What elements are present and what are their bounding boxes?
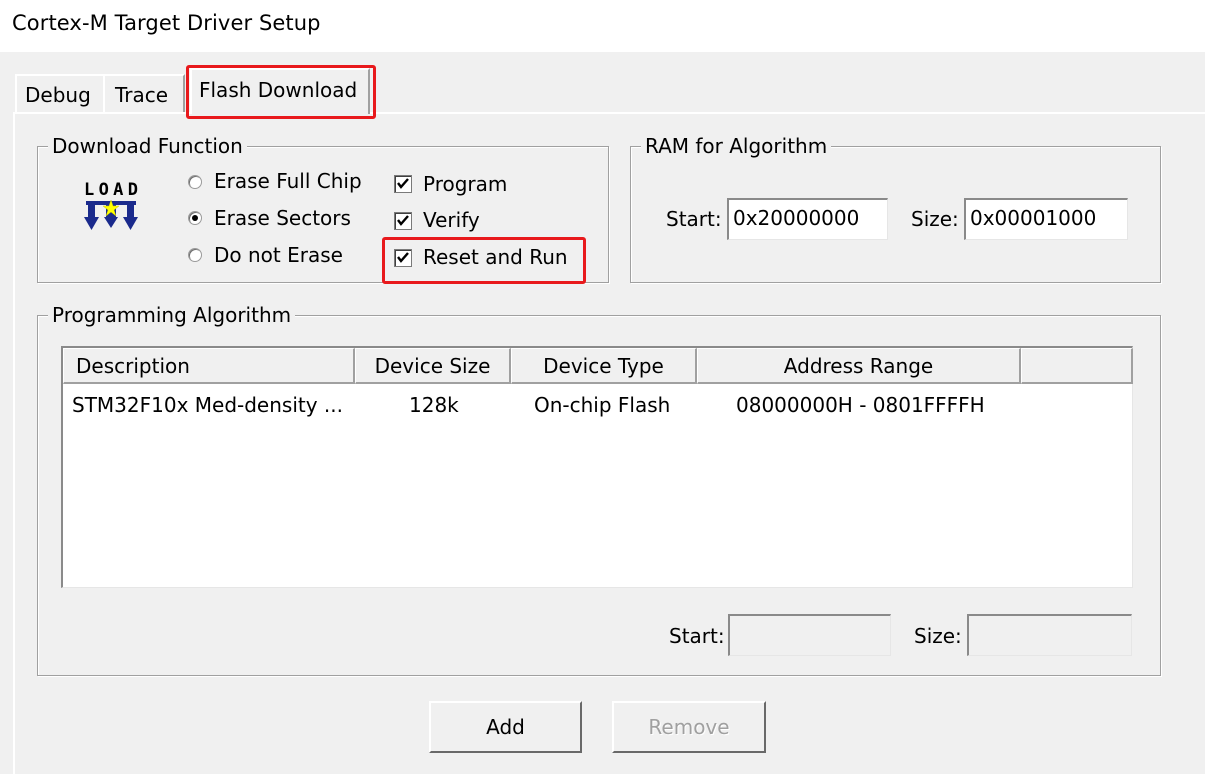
ram-size-input[interactable]: 0x00001000	[964, 198, 1128, 240]
checkbox-verify-box[interactable]	[394, 212, 412, 230]
tab-trace-label: Trace	[115, 83, 169, 107]
algorithm-start-input	[728, 614, 891, 656]
checkmark-icon	[397, 215, 409, 226]
column-description-label: Description	[76, 354, 190, 378]
column-device-type[interactable]: Device Type	[511, 348, 697, 384]
algorithm-list-header: Description Device Size Device Type Addr…	[63, 348, 1133, 386]
load-icon: LOAD	[83, 178, 139, 234]
add-button[interactable]: Add	[429, 701, 582, 753]
column-address-range-label: Address Range	[783, 354, 934, 378]
svg-text:LOAD: LOAD	[84, 180, 138, 200]
radio-erase-full-chip-label: Erase Full Chip	[214, 169, 362, 193]
tab-debug[interactable]: Debug	[15, 74, 105, 112]
ram-size-label: Size:	[911, 207, 959, 231]
window-title: Cortex-M Target Driver Setup	[12, 11, 321, 35]
checkbox-verify-label: Verify	[423, 208, 480, 232]
cell-device-size: 128k	[409, 393, 459, 417]
ram-start-label: Start:	[666, 207, 722, 231]
algorithm-list[interactable]: Description Device Size Device Type Addr…	[61, 346, 1133, 588]
column-empty	[1021, 348, 1133, 384]
tab-trace[interactable]: Trace	[103, 74, 185, 112]
download-function-legend: Download Function	[48, 133, 247, 159]
algorithm-size-input	[967, 614, 1132, 656]
column-address-range[interactable]: Address Range	[697, 348, 1021, 384]
ram-for-algorithm-legend: RAM for Algorithm	[641, 133, 832, 159]
cell-device-type: On-chip Flash	[534, 393, 671, 417]
column-device-size-label: Device Size	[374, 354, 491, 378]
ram-start-input[interactable]: 0x20000000	[727, 198, 888, 240]
radio-do-not-erase-label: Do not Erase	[214, 243, 343, 267]
checkbox-program-label: Program	[423, 172, 508, 196]
checkmark-icon	[397, 178, 409, 189]
cell-address-range: 08000000H - 0801FFFFH	[736, 393, 985, 417]
column-device-type-label: Device Type	[543, 354, 664, 378]
radio-erase-sectors-circle[interactable]	[188, 211, 202, 225]
programming-algorithm-legend: Programming Algorithm	[48, 302, 296, 328]
radio-erase-full-chip-circle[interactable]	[188, 175, 202, 189]
checkbox-program-box[interactable]	[394, 175, 412, 193]
title-bar: Cortex-M Target Driver Setup	[0, 0, 1205, 52]
column-device-size[interactable]: Device Size	[355, 348, 511, 384]
algorithm-size-label: Size:	[914, 624, 962, 648]
radio-do-not-erase-circle[interactable]	[188, 248, 202, 262]
cell-description: STM32F10x Med-density ...	[72, 393, 343, 417]
highlight-flash-download-tab	[186, 65, 376, 119]
highlight-reset-and-run	[382, 237, 586, 284]
algorithm-start-label: Start:	[669, 624, 725, 648]
column-description[interactable]: Description	[63, 348, 355, 384]
remove-button: Remove	[612, 701, 766, 753]
radio-erase-sectors-label: Erase Sectors	[214, 206, 351, 230]
tab-debug-label: Debug	[25, 83, 91, 107]
